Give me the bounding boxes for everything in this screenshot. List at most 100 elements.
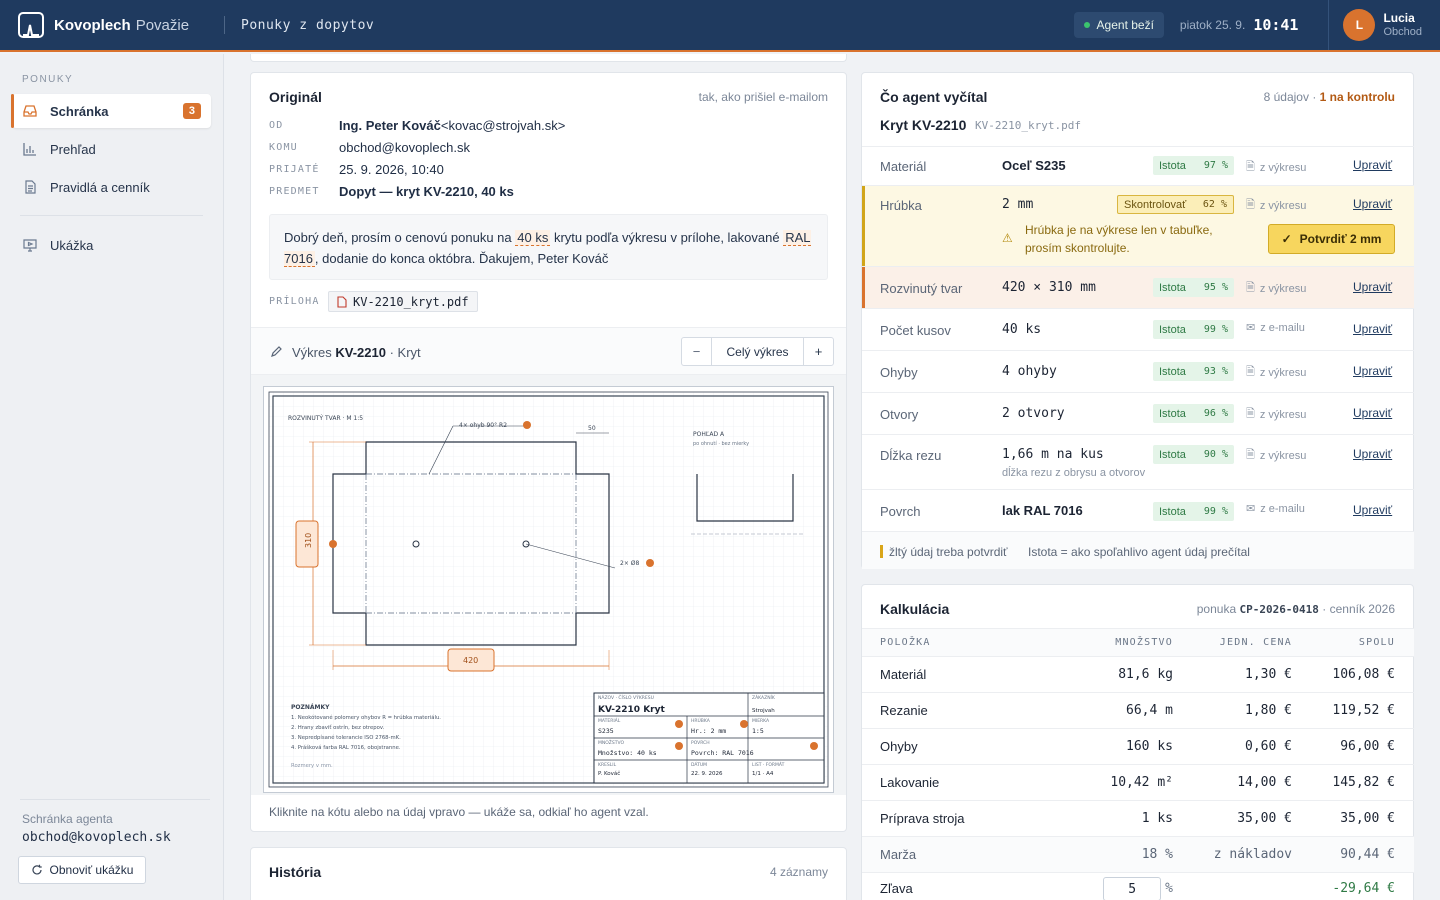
document-icon: 🗎 bbox=[1246, 199, 1255, 211]
email-body: Dobrý deň, prosím o cenovú ponuku na 40 … bbox=[269, 214, 828, 280]
highlight-quantity[interactable]: 40 ks bbox=[515, 230, 551, 246]
sidebar-item-overview[interactable]: Prehľad bbox=[12, 132, 211, 166]
field-row-surface[interactable]: Povrch lak RAL 7016 Istota 99 % ✉ z e-mail… bbox=[862, 489, 1414, 531]
technical-drawing[interactable]: ROZVINUTÝ TVAR · M 1:5 4× ohyb 90° R2 50… bbox=[263, 386, 834, 793]
view-title: POHĽAD A bbox=[693, 431, 725, 438]
attachment-chip[interactable]: KV-2210_kryt.pdf bbox=[328, 291, 478, 312]
drawing-toolbar: Výkres KV-2210 · Kryt − Celý výkres + bbox=[251, 327, 846, 375]
refresh-demo-button[interactable]: Obnoviť ukážku bbox=[18, 856, 146, 884]
row-label: Materiál bbox=[880, 159, 927, 174]
confirm-thickness-button[interactable]: ✓ Potvrdiť 2 mm bbox=[1268, 224, 1395, 254]
tb-label: DÁTUM bbox=[691, 761, 707, 768]
edit-link[interactable]: Upraviť bbox=[1353, 406, 1392, 420]
field-label: KOMU bbox=[269, 141, 298, 153]
mail-icon: ✉ bbox=[1246, 503, 1256, 515]
drawing-name: · Kryt bbox=[389, 345, 421, 360]
agent-marker-icon[interactable] bbox=[675, 742, 683, 750]
dimension-310[interactable]: 310 bbox=[304, 533, 313, 548]
field-subject: PREDMET Dopyt — kryt KV-2210, 40 ks bbox=[269, 180, 829, 202]
zoom-in-button[interactable]: + bbox=[803, 337, 834, 366]
review-count: 1 na kontrolu bbox=[1319, 90, 1395, 104]
sidebar-item-rules[interactable]: Pravidlá a cenník bbox=[12, 170, 211, 204]
row-label: Povrch bbox=[880, 504, 921, 519]
confidence-badge: Istota 99 % bbox=[1153, 502, 1234, 521]
item-name: Materiál bbox=[880, 667, 927, 682]
edit-link[interactable]: Upraviť bbox=[1353, 322, 1392, 336]
notes-title: POZNÁMKY bbox=[291, 704, 330, 711]
edit-link[interactable]: Upraviť bbox=[1353, 447, 1392, 461]
source-email: ✉ z e-mailu bbox=[1246, 502, 1305, 516]
field-row-material[interactable]: Materiál Oceľ S235 Istota 97 % 🗎 z výkresu… bbox=[862, 146, 1414, 185]
tb-drawn-by: P. Kováč bbox=[598, 770, 620, 777]
brand[interactable]: Kovoplech Považie bbox=[0, 0, 224, 50]
column-header: MNOŽSTVO bbox=[1115, 637, 1173, 648]
app-header: Kovoplech Považie Ponuky z dopytov Agent… bbox=[0, 0, 1440, 52]
field-row-cut-length[interactable]: Dĺžka rezu 1,66 m na kus dĺžka rezu z ob… bbox=[862, 434, 1414, 489]
document-icon bbox=[25, 180, 36, 194]
tb-name: KV-2210 Kryt bbox=[598, 705, 665, 715]
time-label: 10:41 bbox=[1253, 16, 1299, 34]
item-qty: 66,4 m bbox=[1126, 703, 1173, 718]
discount-row: Zľava 5% -29,64 € bbox=[862, 872, 1414, 900]
confidence-label: Istota bbox=[1159, 407, 1186, 420]
field-row-holes[interactable]: Otvory 2 otvory Istota 96 % 🗎 z výkresu Up… bbox=[862, 392, 1414, 434]
agent-marker-icon[interactable] bbox=[740, 720, 748, 728]
field-row-quantity[interactable]: Počet kusov 40 ks Istota 99 % ✉ z e-mailu … bbox=[862, 308, 1414, 350]
row-value: lak RAL 7016 bbox=[1002, 503, 1083, 518]
tb-material[interactable]: S235 bbox=[598, 727, 614, 735]
brand-name: Kovoplech bbox=[54, 16, 131, 34]
field-to: KOMU obchod@kovoplech.sk bbox=[269, 136, 829, 158]
row-value: Oceľ S235 bbox=[1002, 158, 1066, 173]
field-row-flat-shape[interactable]: Rozvinutý tvar 420 × 310 mm Istota 95 % 🗎… bbox=[862, 266, 1414, 309]
field-row-bends[interactable]: Ohyby 4 ohyby Istota 93 % 🗎 z výkresu Upra… bbox=[862, 350, 1414, 392]
item-unit-price: 14,00 € bbox=[1237, 775, 1292, 790]
field-value: obchod@kovoplech.sk bbox=[339, 139, 470, 155]
confidence-badge: Istota 96 % bbox=[1153, 404, 1234, 423]
agent-marker-icon[interactable] bbox=[646, 559, 654, 567]
item-total: 35,00 € bbox=[1340, 811, 1395, 826]
field-row-thickness[interactable]: Hrúbka 2 mm Skontrolovať 62 % 🗎 z výkresu … bbox=[862, 185, 1414, 267]
item-name: Rezanie bbox=[880, 703, 928, 718]
sidebar-item-inbox[interactable]: Schránka 3 bbox=[12, 94, 211, 128]
confidence-label: Istota bbox=[1159, 159, 1186, 172]
agent-status-badge[interactable]: Agent beží bbox=[1073, 12, 1164, 38]
hole-callout[interactable]: 2× Ø8 bbox=[620, 560, 639, 567]
check-badge: Skontrolovať 62 % bbox=[1117, 195, 1234, 214]
item-total: 119,52 € bbox=[1332, 703, 1395, 718]
confidence-badge: Istota 93 % bbox=[1153, 362, 1234, 381]
unread-count-badge: 3 bbox=[182, 103, 201, 119]
bend-callout[interactable]: 4× ohyb 90° R2 bbox=[459, 422, 507, 429]
sidebar-item-demo[interactable]: Ukážka bbox=[12, 228, 211, 262]
dimension-420[interactable]: 420 bbox=[463, 656, 478, 665]
tb-thickness[interactable]: Hr.: 2 mm bbox=[691, 727, 726, 735]
discount-input[interactable]: 5 bbox=[1103, 877, 1162, 900]
edit-link[interactable]: Upraviť bbox=[1353, 364, 1392, 378]
source-label: z výkresu bbox=[1259, 449, 1307, 462]
edit-link[interactable]: Upraviť bbox=[1353, 280, 1392, 294]
tb-quantity[interactable]: Množstvo: 40 ks bbox=[598, 749, 657, 757]
user-menu[interactable]: L Lucia Obchod bbox=[1328, 0, 1440, 50]
row-value: 1,66 m na kus bbox=[1002, 447, 1104, 462]
tb-label: LIST · FORMÁT bbox=[752, 761, 785, 768]
tb-label: HRÚBKA bbox=[691, 717, 711, 724]
warning-bar bbox=[862, 186, 865, 267]
table-row: Ohyby 160 ks 0,60 € 96,00 € bbox=[862, 728, 1414, 764]
edit-link[interactable]: Upraviť bbox=[1353, 197, 1392, 211]
dimension-50[interactable]: 50 bbox=[588, 425, 596, 432]
tb-label: NÁZOV · ČÍSLO VÝKRESU bbox=[598, 694, 654, 701]
previous-card-edge bbox=[250, 54, 847, 62]
agent-marker-icon[interactable] bbox=[675, 720, 683, 728]
item-unit-price: 1,80 € bbox=[1245, 703, 1292, 718]
fit-drawing-button[interactable]: Celý výkres bbox=[711, 337, 804, 366]
confidence-badge: Istota 97 % bbox=[1153, 156, 1234, 175]
edit-link[interactable]: Upraviť bbox=[1353, 503, 1392, 517]
zoom-out-button[interactable]: − bbox=[681, 337, 712, 366]
agent-marker-icon[interactable] bbox=[329, 540, 337, 548]
divider bbox=[20, 215, 203, 216]
sidebar-item-label: Schránka bbox=[50, 103, 109, 119]
tb-surface[interactable]: Povrch: RAL 7016 bbox=[691, 749, 754, 757]
agent-marker-icon[interactable] bbox=[810, 742, 818, 750]
sidebar: PONUKY Schránka 3 Prehľad Pravidlá a cen… bbox=[0, 54, 224, 900]
agent-marker-icon[interactable] bbox=[523, 421, 531, 429]
edit-link[interactable]: Upraviť bbox=[1353, 158, 1392, 172]
